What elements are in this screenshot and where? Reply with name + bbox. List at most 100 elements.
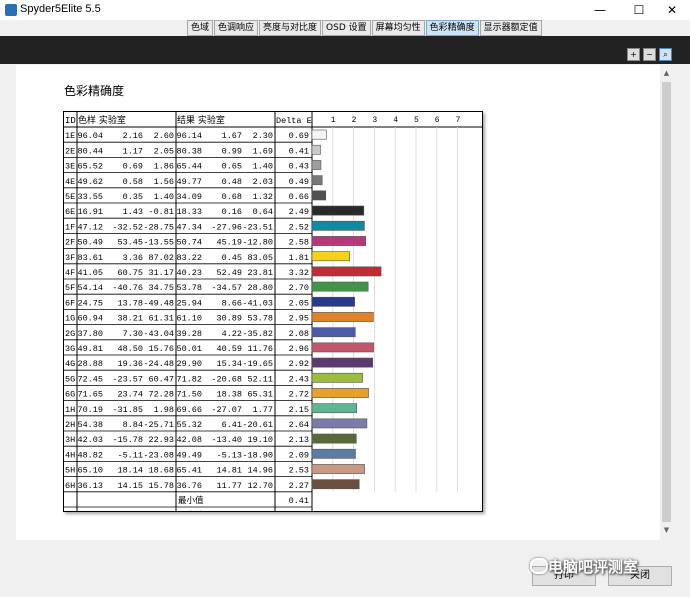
- sample-b: -0.81: [148, 207, 174, 217]
- delta-value: 2.05: [289, 298, 309, 308]
- scroll-thumb[interactable]: [662, 82, 671, 522]
- delta-bar-3F: [311, 251, 350, 262]
- sample-L: 16.91: [77, 207, 103, 217]
- result-b: 1.32: [253, 192, 273, 202]
- result-L: 39.28: [176, 329, 202, 339]
- result-b: -18.90: [242, 450, 273, 460]
- result-b: -41.03: [242, 298, 273, 308]
- delta-bar-4E: [311, 175, 323, 186]
- result-a: 0.45: [222, 253, 242, 263]
- close-window-button[interactable]: ✕: [654, 0, 690, 20]
- sample-a: 1.43: [123, 207, 143, 217]
- sample-a: 0.69: [123, 162, 143, 172]
- delta-bar-3H: [311, 433, 357, 444]
- tab-4[interactable]: 屏幕均匀性: [371, 20, 425, 36]
- zoom-fit-icon[interactable]: ⌕: [659, 48, 672, 61]
- result-L: 65.44: [176, 162, 202, 172]
- delta-bar-1E: [311, 129, 327, 140]
- result-a: -34.57: [211, 283, 242, 293]
- sample-b: 15.76: [148, 344, 174, 354]
- sample-L: 70.19: [77, 405, 103, 415]
- sample-L: 65.52: [77, 162, 103, 172]
- scale-tick-label: 1: [331, 116, 336, 125]
- sample-L: 71.65: [77, 390, 103, 400]
- minimize-button[interactable]: —: [582, 0, 618, 20]
- delta-value: 2.64: [289, 420, 309, 430]
- result-b: 2.30: [253, 131, 273, 141]
- result-a: -27.96: [211, 222, 242, 232]
- sample-a: -32.52: [112, 222, 143, 232]
- sample-a: -40.76: [112, 283, 143, 293]
- header-result: 结果 实验室: [177, 114, 225, 126]
- sample-a: 48.50: [117, 344, 143, 354]
- delta-value: 2.15: [289, 405, 309, 415]
- tab-1[interactable]: 色调响应: [214, 20, 259, 36]
- sample-L: 48.82: [77, 450, 103, 460]
- scale-tick-label: 2: [352, 116, 357, 125]
- scroll-up-icon[interactable]: ▲: [662, 67, 671, 79]
- zoom-in-icon[interactable]: +: [627, 48, 640, 61]
- summary-value: 0.41: [289, 496, 309, 506]
- sample-a: -23.57: [112, 374, 143, 384]
- tab-6[interactable]: 显示器额定值: [479, 20, 542, 36]
- sample-b: 1.98: [154, 405, 174, 415]
- delta-value: 2.72: [289, 390, 309, 400]
- sample-b: 18.68: [148, 466, 174, 476]
- result-L: 36.76: [176, 481, 202, 491]
- sample-b: 1.86: [154, 162, 174, 172]
- delta-bar-6G: [311, 388, 369, 398]
- scale-tick-label: 7: [456, 116, 461, 125]
- result-L: 49.77: [176, 177, 202, 187]
- row-id: 5H: [65, 466, 75, 476]
- sample-a: 7.30: [123, 329, 143, 339]
- delta-value: 2.95: [289, 314, 309, 324]
- result-b: 65.31: [247, 390, 273, 400]
- sample-a: 14.15: [117, 481, 143, 491]
- sample-a: 23.74: [117, 390, 143, 400]
- result-a: 45.19: [216, 238, 242, 248]
- tab-2[interactable]: 亮度与对比度: [259, 20, 322, 36]
- tab-0[interactable]: 色域: [187, 20, 214, 36]
- scroll-down-icon[interactable]: ▼: [662, 524, 671, 536]
- sample-L: 24.75: [77, 298, 103, 308]
- result-a: 0.48: [222, 177, 242, 187]
- delta-bar-6F: [311, 296, 355, 307]
- result-b: 12.70: [247, 481, 273, 491]
- row-id: 5E: [65, 192, 75, 202]
- row-id: 2G: [65, 329, 75, 339]
- sample-b: -23.08: [143, 450, 174, 460]
- delta-bar-5F: [311, 281, 369, 292]
- tab-3[interactable]: OSD 设置: [322, 20, 371, 36]
- sample-L: 49.81: [77, 344, 103, 354]
- sample-a: 0.35: [123, 192, 143, 202]
- scale-tick-label: 6: [435, 116, 440, 125]
- sample-a: 38.21: [117, 314, 143, 324]
- result-L: 50.01: [176, 344, 202, 354]
- sample-b: 61.31: [148, 314, 174, 324]
- result-L: 71.50: [176, 390, 202, 400]
- delta-value: 2.70: [289, 283, 309, 293]
- header-sample: 色样 实验室: [78, 114, 126, 126]
- maximize-button[interactable]: ☐: [621, 0, 657, 20]
- title-bar: Spyder5Elite 5.5 — ☐ ✕: [0, 0, 690, 20]
- summary-label: 最小值: [178, 495, 204, 506]
- result-L: 40.23: [176, 268, 202, 278]
- zoom-out-icon[interactable]: −: [643, 48, 656, 61]
- result-L: 42.08: [176, 435, 202, 445]
- sample-L: 54.38: [77, 420, 103, 430]
- result-a: -5.13: [216, 450, 242, 460]
- delta-value: 0.49: [289, 177, 309, 187]
- sample-a: -5.11: [117, 450, 143, 460]
- delta-bar-4H: [311, 448, 356, 459]
- sample-b: 22.93: [148, 435, 174, 445]
- result-L: 83.22: [176, 253, 202, 263]
- tab-5[interactable]: 色彩精确度: [425, 20, 479, 36]
- delta-value: 1.81: [289, 253, 309, 263]
- row-id: 1F: [65, 222, 75, 232]
- result-L: 18.33: [176, 207, 202, 217]
- result-b: 14.96: [247, 466, 273, 476]
- result-L: 25.94: [176, 298, 202, 308]
- sample-a: -15.78: [112, 435, 143, 445]
- result-L: 65.41: [176, 466, 202, 476]
- accuracy-report-table: ID 色样 实验室 结果 实验室 Delta E 1 2 3 4 5 6 7 1E 96.04 2.16 2…: [63, 111, 483, 512]
